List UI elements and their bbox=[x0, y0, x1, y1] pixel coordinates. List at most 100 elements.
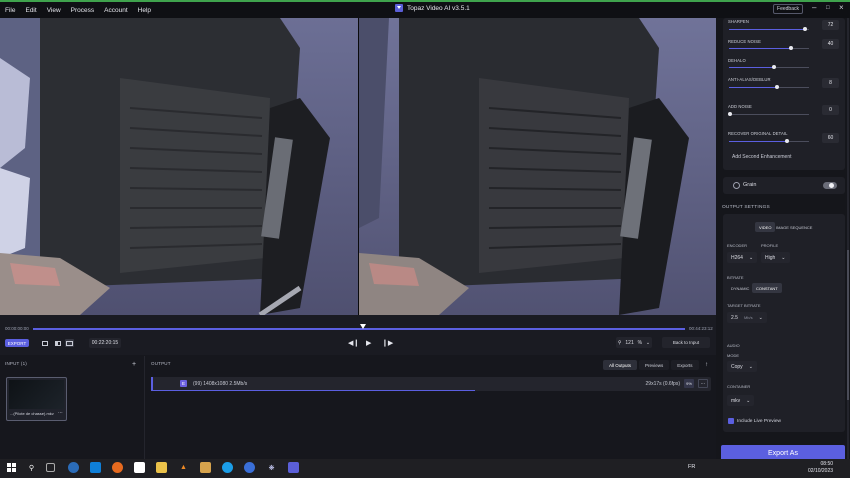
container-dropdown[interactable]: mkv ⌄ bbox=[727, 395, 755, 406]
grain-radio[interactable] bbox=[733, 182, 740, 189]
bitrate-label: BITRATE bbox=[727, 275, 744, 280]
container-value: mkv bbox=[731, 397, 741, 404]
menu-process[interactable]: Process bbox=[66, 7, 99, 14]
chevron-down-icon: ⌄ bbox=[748, 363, 753, 370]
target-bitrate-dropdown[interactable]: 2.5 Mb/s ⌄ bbox=[727, 312, 767, 323]
task-view-icon[interactable] bbox=[46, 463, 55, 472]
chevron-down-icon: ⌄ bbox=[645, 339, 651, 346]
tab-exports[interactable]: Exports bbox=[671, 360, 699, 370]
input-language[interactable]: FR bbox=[688, 464, 695, 470]
search-icon[interactable]: ⚲ bbox=[26, 462, 37, 473]
vlc-icon[interactable]: ▲ bbox=[178, 462, 189, 473]
timeline-bar bbox=[0, 315, 716, 355]
audio-mode-dropdown[interactable]: Copy ⌄ bbox=[727, 361, 757, 372]
add-noise-slider-track[interactable] bbox=[729, 114, 809, 115]
reduce-noise-value[interactable]: 40 bbox=[822, 39, 839, 49]
add-noise-label: ADD NOISE bbox=[728, 104, 752, 109]
skype-icon[interactable] bbox=[222, 462, 233, 473]
sharpen-label: SHARPEN bbox=[728, 19, 749, 24]
menu-view[interactable]: View bbox=[42, 7, 66, 14]
clock-date: 02/10/2023 bbox=[808, 468, 834, 474]
timeline-start-time: 00:00:00:00 bbox=[5, 326, 29, 331]
anti-alias-value[interactable]: 8 bbox=[822, 78, 839, 88]
recover-detail-slider-knob[interactable] bbox=[785, 139, 789, 143]
back-to-input-button[interactable]: Back to Input bbox=[662, 337, 710, 348]
previous-frame-icon[interactable]: ◀❙ bbox=[348, 339, 359, 347]
original-frame-image bbox=[0, 18, 358, 315]
settings-scrollbar-thumb[interactable] bbox=[847, 250, 849, 400]
play-icon[interactable]: ▶ bbox=[366, 339, 371, 347]
system-clock[interactable]: 08:50 02/10/2023 bbox=[808, 461, 833, 475]
bitrate-constant-button[interactable]: CONSTANT bbox=[752, 283, 782, 293]
network-app-icon[interactable]: ❋ bbox=[266, 462, 277, 473]
chevron-down-icon: ⌄ bbox=[746, 397, 751, 404]
dehalo-label: DEHALO bbox=[728, 58, 746, 63]
maximize-icon[interactable]: □ bbox=[826, 5, 830, 11]
close-icon[interactable]: × bbox=[839, 3, 844, 12]
media-app-icon[interactable] bbox=[200, 462, 211, 473]
playhead-marker[interactable] bbox=[360, 324, 366, 329]
recover-detail-value[interactable]: 60 bbox=[822, 133, 839, 143]
add-second-enhancement-link[interactable]: Add Second Enhancement bbox=[732, 154, 792, 160]
zoom-dropdown[interactable]: ⚲ 121 % ⌄ bbox=[616, 337, 652, 348]
output-row-percent: 9% bbox=[684, 379, 694, 388]
feedback-button[interactable]: Feedback bbox=[773, 4, 803, 14]
more-options-icon[interactable]: ⋯ bbox=[698, 379, 708, 388]
windows-start-icon[interactable] bbox=[6, 462, 17, 473]
audio-mode-value: Copy bbox=[731, 363, 743, 370]
output-row[interactable]: E (99) 1408x1080 2.5Mb/s 29x17s (0.6fps)… bbox=[151, 377, 711, 391]
bitrate-dynamic-button[interactable]: DYNAMIC bbox=[727, 283, 753, 293]
tab-previews[interactable]: Previews bbox=[639, 360, 670, 370]
edge-browser-icon[interactable] bbox=[68, 462, 79, 473]
input-file-card[interactable]: ...(Pilote de chasse).mkv ⋯ bbox=[6, 377, 67, 421]
export-button[interactable]: EXPORT bbox=[5, 339, 29, 347]
reduce-noise-label: REDUCE NOISE bbox=[728, 39, 762, 44]
output-panel-title: OUTPUT bbox=[151, 361, 171, 366]
dehalo-slider-knob[interactable] bbox=[772, 65, 776, 69]
split-view-icon[interactable] bbox=[53, 339, 62, 347]
profile-dropdown[interactable]: High ⌄ bbox=[761, 252, 790, 263]
side-by-side-view-icon[interactable] bbox=[65, 339, 74, 347]
include-live-preview-checkbox[interactable] bbox=[728, 418, 734, 424]
topaz-taskbar-icon[interactable] bbox=[288, 462, 299, 473]
app-title-text: Topaz Video AI v3.5.1 bbox=[407, 4, 470, 12]
zoom-unit: % bbox=[637, 339, 643, 346]
current-time-field[interactable]: 00:22:20:15 bbox=[89, 338, 121, 348]
encoder-dropdown[interactable]: H264 ⌄ bbox=[727, 252, 758, 263]
grain-toggle[interactable] bbox=[823, 182, 837, 189]
mode-label: MODE bbox=[727, 353, 739, 358]
sharpen-slider-fill bbox=[729, 29, 806, 30]
output-row-marker bbox=[151, 377, 153, 391]
add-noise-slider-knob[interactable] bbox=[728, 112, 732, 116]
add-noise-value[interactable]: 0 bbox=[822, 105, 839, 115]
image-sequence-mode-button[interactable]: IMAGE SEQUENCE bbox=[772, 222, 816, 232]
firefox-icon[interactable] bbox=[112, 462, 123, 473]
single-view-icon[interactable] bbox=[40, 339, 49, 347]
menu-account[interactable]: Account bbox=[99, 7, 133, 14]
file-explorer-icon[interactable] bbox=[156, 462, 167, 473]
anti-alias-slider-knob[interactable] bbox=[775, 85, 779, 89]
minimize-icon[interactable]: – bbox=[812, 3, 816, 12]
profile-value: High bbox=[765, 254, 776, 261]
enhanced-preview[interactable] bbox=[359, 18, 716, 315]
sharpen-slider-knob[interactable] bbox=[803, 27, 807, 31]
menu-help[interactable]: Help bbox=[133, 7, 156, 14]
menu-file[interactable]: File bbox=[0, 7, 20, 14]
teams-meeting-icon[interactable] bbox=[244, 462, 255, 473]
next-frame-icon[interactable]: ❙▶ bbox=[382, 339, 393, 347]
tab-all-outputs[interactable]: All Outputs bbox=[603, 360, 638, 370]
menu-edit[interactable]: Edit bbox=[20, 7, 41, 14]
container-label: CONTAINER bbox=[727, 384, 751, 389]
sharpen-value[interactable]: 72 bbox=[822, 20, 839, 30]
original-preview[interactable] bbox=[0, 18, 358, 315]
recover-detail-slider-fill bbox=[729, 141, 787, 142]
add-input-icon[interactable]: + bbox=[132, 361, 136, 368]
target-bitrate-unit: Mb/s bbox=[743, 315, 753, 320]
input-file-name: ...(Pilote de chasse).mkv bbox=[10, 411, 54, 416]
upload-arrow-icon[interactable]: ↑ bbox=[705, 362, 708, 368]
more-options-icon[interactable]: ⋯ bbox=[58, 410, 63, 416]
timeline-track[interactable] bbox=[33, 328, 685, 330]
store-icon[interactable] bbox=[134, 462, 145, 473]
edge-dev-icon[interactable] bbox=[90, 462, 101, 473]
reduce-noise-slider-knob[interactable] bbox=[789, 46, 793, 50]
